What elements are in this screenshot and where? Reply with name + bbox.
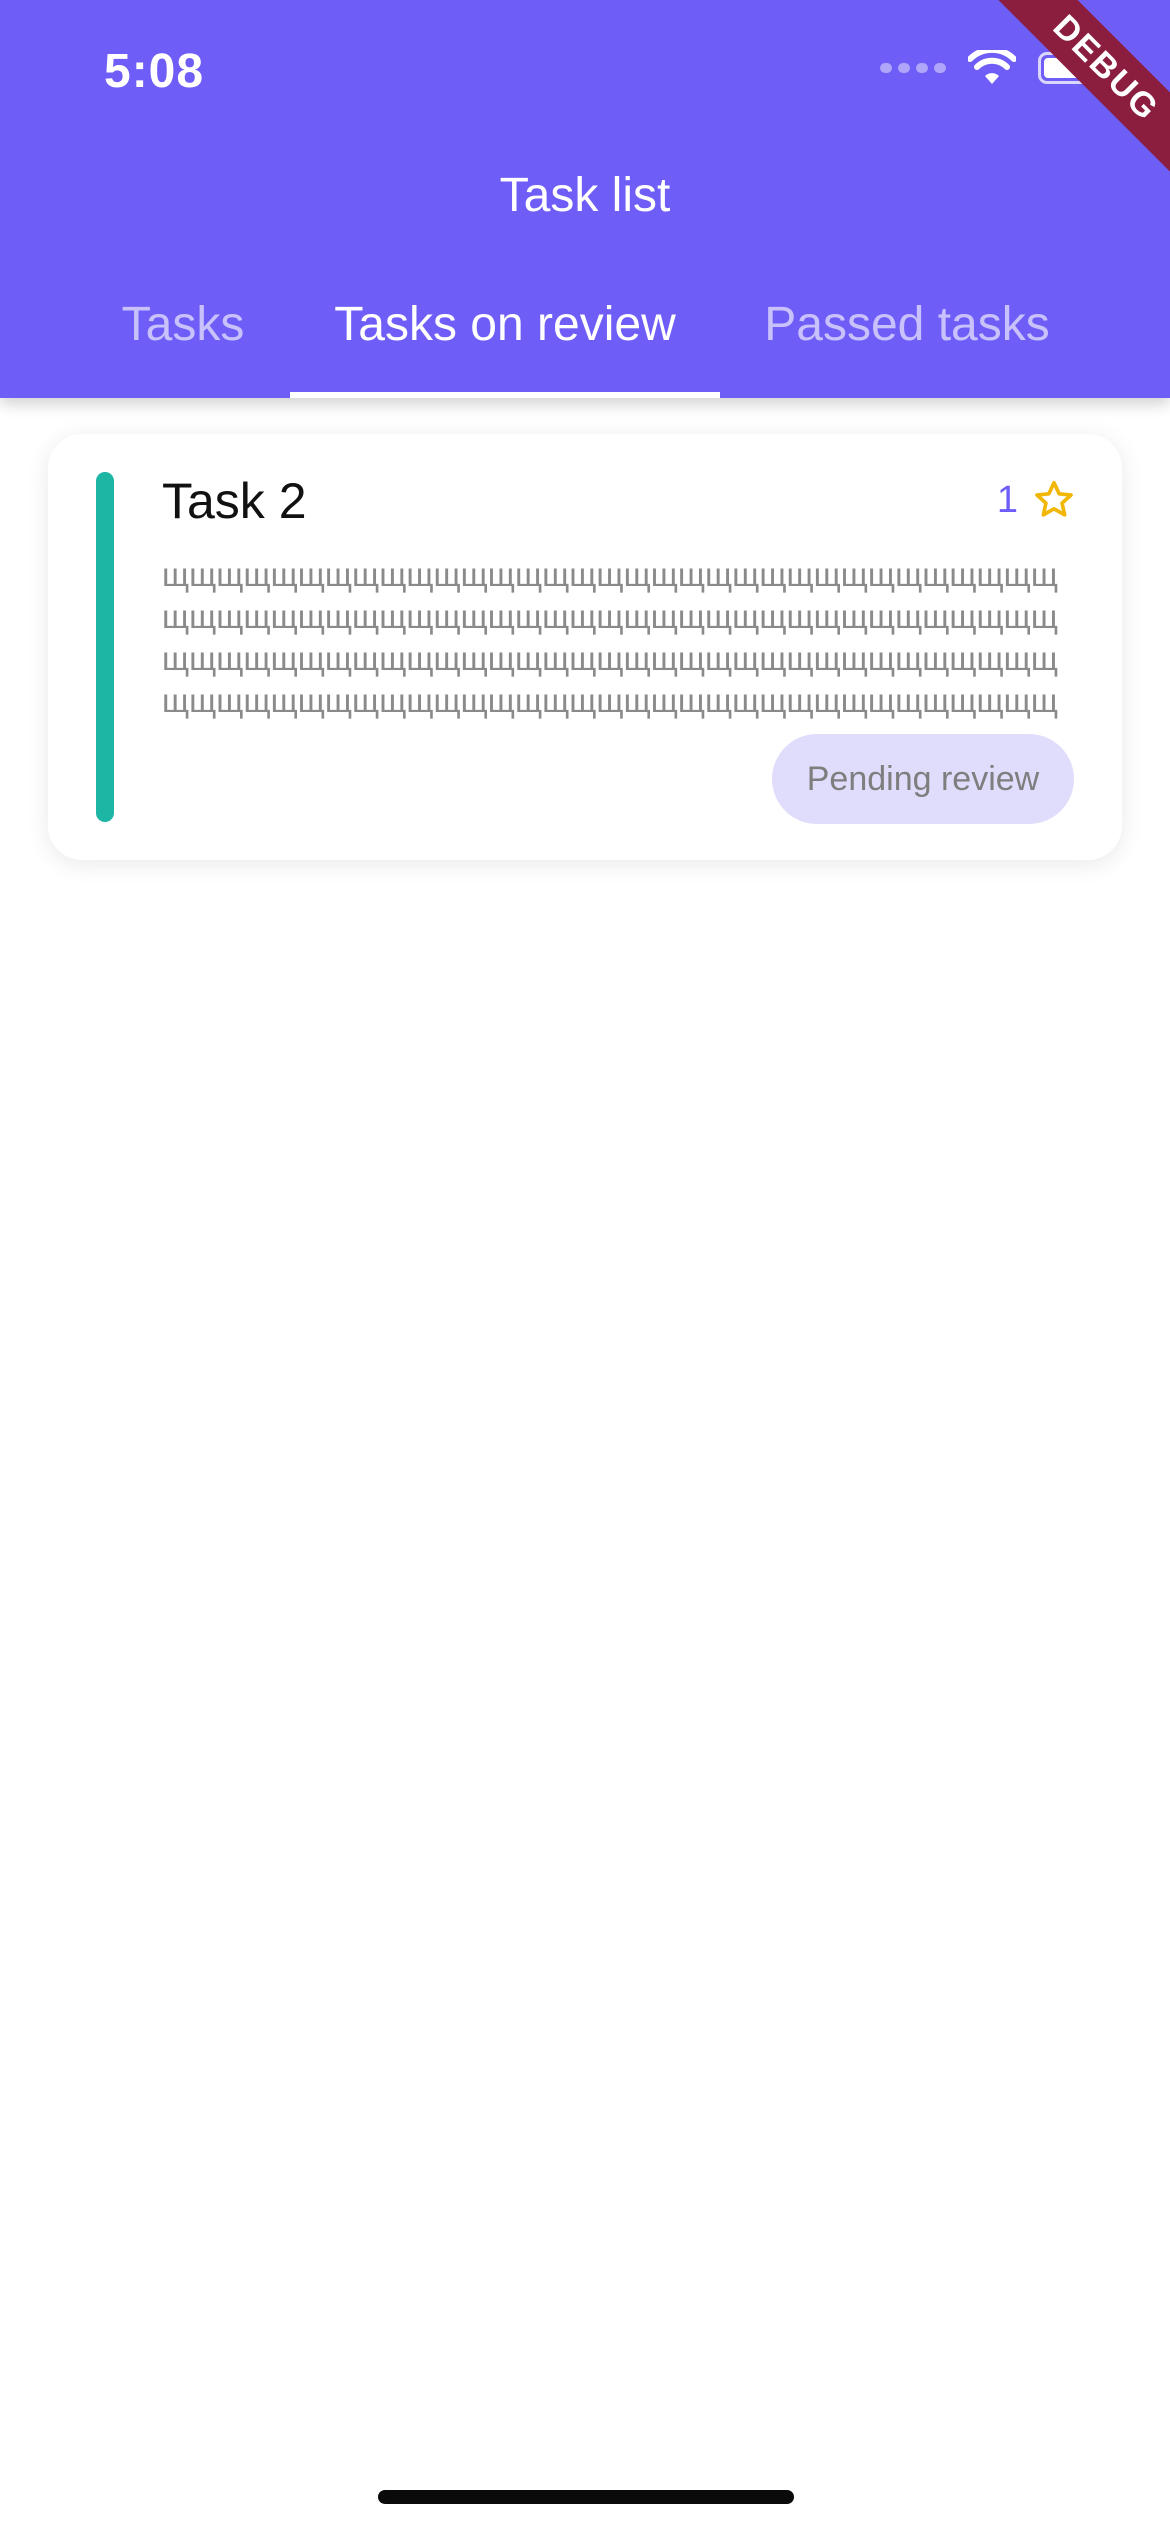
star-outline-icon [1035,480,1073,517]
task-description: щщщщщщщщщщщщщщщщщщщщщщщщщщщщщщщщщщщщщщщщ… [162,556,1058,719]
task-title: Task 2 [162,473,307,529]
task-card[interactable]: Task 2 1 щщщщщщщщщщщщщщщщщщщщщщщщщщщщщщщ… [48,434,1122,860]
cellular-signal-icon [880,63,946,73]
tab-tasks[interactable]: Tasks [100,282,266,398]
tab-indicator [290,392,720,398]
home-indicator[interactable] [378,2490,794,2504]
tab-bar: Tasks Tasks on review Passed tasks [0,282,1170,398]
task-rating: 1 [997,478,1076,522]
task-accent-bar [96,472,114,822]
status-badge: Pending review [772,734,1074,824]
rating-count: 1 [996,478,1018,521]
app-bar: 5:08 DEBUG Task list Tasks Tasks on revi… [0,0,1170,398]
status-time: 5:08 [104,45,205,98]
wifi-icon [968,50,1016,84]
tab-passed-tasks[interactable]: Passed tasks [744,282,1070,398]
tab-tasks-on-review[interactable]: Tasks on review [290,282,720,398]
page-title: Task list [499,169,671,222]
